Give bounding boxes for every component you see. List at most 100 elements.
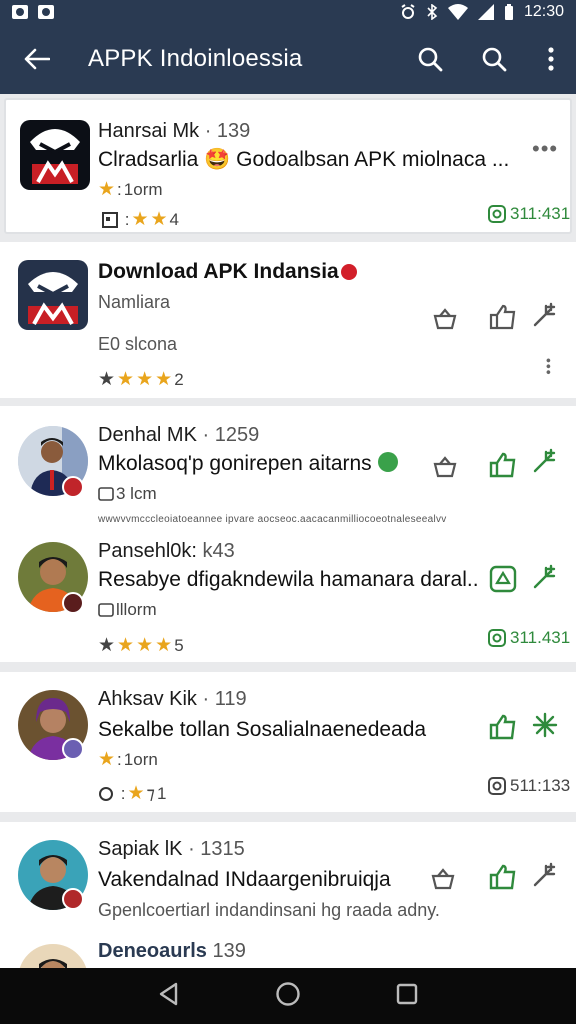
more-vert-icon [548,47,554,71]
nav-home-button[interactable] [275,981,301,1012]
app-icon [20,120,90,190]
share-button[interactable] [486,710,520,744]
system-nav-bar [0,968,576,1024]
sparkle-icon [533,448,556,473]
arrow-back-icon [24,48,50,70]
basket-icon [431,868,455,890]
like-button[interactable] [428,450,462,484]
more-horiz-button[interactable]: ••• [532,136,558,162]
boost-button[interactable] [528,708,562,742]
view-count: 311:431 [488,204,570,224]
back-button[interactable] [0,24,74,94]
avatar-badge [62,592,84,614]
app-bar: APPK Indoinloessia [0,24,576,94]
post-text: Resabye dfigakndewila hamanara daral.. [98,568,479,591]
circle-home-icon [276,981,300,1006]
overflow-menu-button[interactable] [526,24,576,94]
avatar-badge [62,476,84,498]
post-time: ★ : 1orn [98,749,158,770]
boost-button[interactable] [528,444,562,478]
sparkle-icon [533,564,556,589]
author-name[interactable]: Ahksav Kik · 119 [98,688,247,711]
battery-icon [504,4,513,20]
post-time: ★ : 1orm [98,179,163,200]
avatar[interactable] [18,944,88,968]
nav-recents-button[interactable] [396,983,418,1010]
search-button-secondary[interactable] [462,24,526,94]
rating: : ★ ⁊ 1 [98,782,166,805]
view-count: 311.431 [488,628,570,648]
boost-button[interactable] [528,560,562,594]
list-item[interactable]: Download APK Indansia Namliara E0 slcona… [0,242,576,398]
link-preview-url[interactable]: wwwvvmcccleoiatoeannee ipvare aocseoc.aa… [98,514,447,525]
image-icon [98,603,114,617]
shield-icon [488,777,506,795]
feed-list: Hanrsai Mk · 139 Clradsarlia 🤩 Godoalbsa… [0,94,576,968]
page-title: APPK Indoinloessia [88,45,303,72]
search-button[interactable] [398,24,462,94]
post-text: Mkolasoq'p gonirepen aitarns [98,452,398,476]
post-subtext: Gpenlcoertiarl indandinsani hg raada adn… [98,900,440,920]
news-icon [102,211,118,228]
triangle-back-icon [159,982,177,1005]
boost-button[interactable] [528,858,562,892]
sparkle-icon [533,302,556,327]
square-recents-icon [397,983,418,1004]
view-count: 511:133 [488,776,570,796]
alarm-icon [401,4,415,19]
photo-notification-icon [38,5,54,19]
status-bar: 12:30 [0,0,576,24]
more-vert-button[interactable]: ••• [541,358,557,376]
thumbs-up-icon [489,452,516,478]
list-item[interactable]: Denhal MK · 1259 Mkolasoq'p gonirepen ai… [0,406,576,662]
gallery-notification-icon [12,5,28,19]
thumbs-up-icon [489,864,516,890]
share-button[interactable] [486,562,520,596]
share-button[interactable] [486,300,520,334]
rating: ★ ★ ★ ★ 2 [98,369,184,390]
author-name[interactable]: Hanrsai Mk · 139 [98,120,250,143]
clock: 12:30 [523,3,564,20]
sparkle-icon [532,712,558,738]
app-icon [18,260,88,330]
like-button[interactable] [426,862,460,896]
list-item[interactable]: Sapiak lK · 1315 Vakendalnad INdaargenib… [0,822,576,968]
app-category: E0 slcona [98,334,178,354]
post-time: 3 lcm [98,484,157,504]
list-item[interactable]: Ahksav Kik · 119 Sekalbe tollan Sosalial… [0,672,576,812]
post-text: Vakendalnad INdaargenibruiqja [98,868,391,891]
shield-icon [488,205,506,223]
nav-back-button[interactable] [158,982,180,1011]
list-item[interactable]: Hanrsai Mk · 139 Clradsarlia 🤩 Godoalbsa… [4,98,572,234]
post-text: Sekalbe tollan Sosalialnaenedeada [98,718,427,741]
search-icon [418,47,443,72]
search-icon [482,47,507,72]
post-time: lllorm [98,600,157,620]
circle-icon [99,786,113,801]
star-icon: ★ [98,179,116,200]
repost-icon [489,565,517,593]
like-button[interactable] [428,302,462,336]
author-name[interactable]: Denhal MK · 1259 [98,424,259,447]
share-button[interactable] [486,448,520,482]
author-name[interactable]: Sapiak lK · 1315 [98,838,245,861]
sparkle-icon [533,862,556,887]
app-subtitle: Namliara [98,292,171,312]
author-name[interactable]: Pansehl0k: k43 [98,540,235,563]
rating: : ★ ★ 4 [102,208,179,231]
bluetooth-icon [427,4,438,20]
boost-button[interactable] [528,298,562,332]
shield-icon [488,629,506,647]
author-name[interactable]: Deneoaurls 139 [98,940,246,963]
alert-dot-icon [340,264,357,280]
rating: ★ ★ ★ ★ 5 [98,635,184,656]
share-button[interactable] [486,860,520,894]
post-text: Clradsarlia 🤩 Godoalbsan APK miolnaca ..… [98,148,510,171]
wifi-icon [447,4,468,20]
basket-icon [433,308,457,330]
signal-icon [477,4,494,20]
notification-icons [12,5,54,19]
app-title[interactable]: Download APK Indansia [98,260,357,284]
avatar-badge [62,738,84,760]
avatar-badge [62,888,84,910]
